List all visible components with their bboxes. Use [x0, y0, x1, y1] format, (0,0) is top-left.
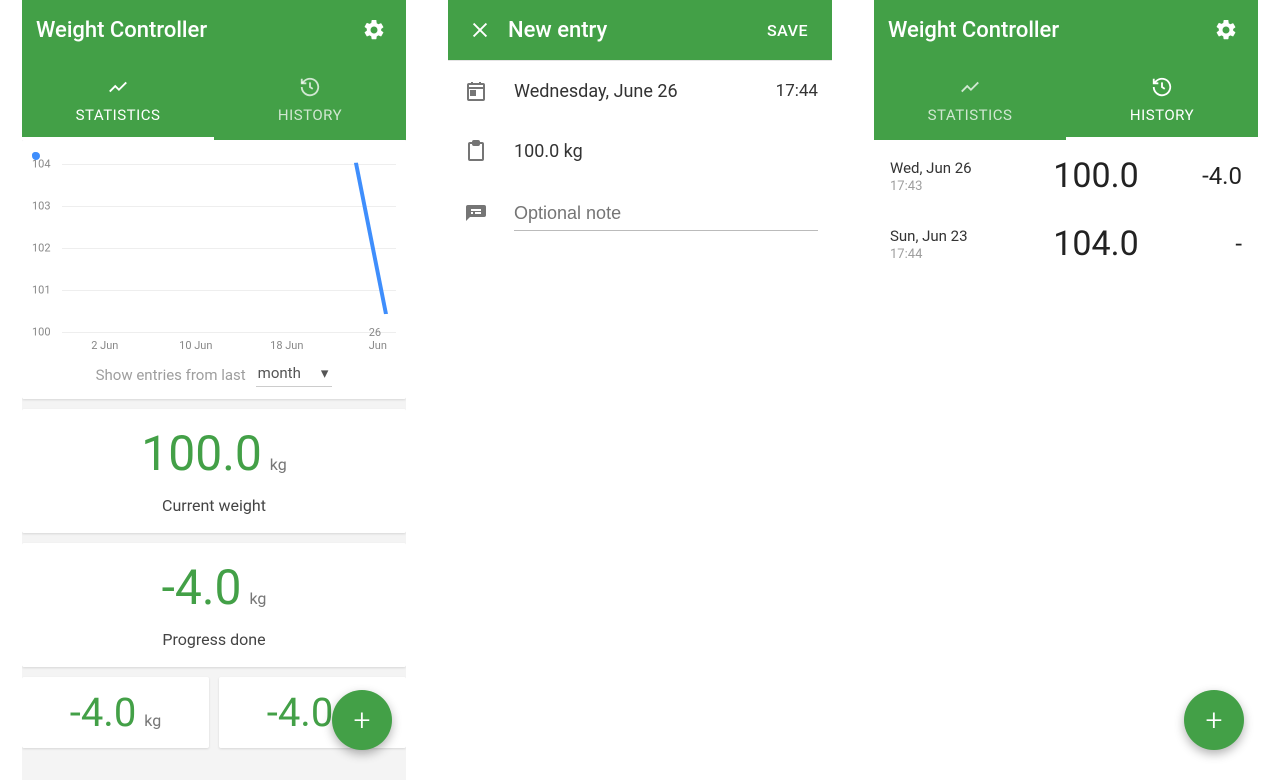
chart-card: 104 103 102 101 100 2 Jun 10 Jun 18 Jun … [22, 140, 406, 399]
save-button[interactable]: SAVE [757, 21, 818, 40]
tab-statistics-label: STATISTICS [928, 106, 1013, 124]
statistics-content: 104 103 102 101 100 2 Jun 10 Jun 18 Jun … [22, 140, 406, 780]
tab-statistics[interactable]: STATISTICS [874, 60, 1066, 140]
history-row[interactable]: Sun, Jun 23 17:44 104.0 - [874, 208, 1258, 276]
chevron-down-icon: ▾ [321, 364, 329, 382]
screen-history: Weight Controller STATISTICS HISTORY Wed… [874, 0, 1258, 780]
progress-label: Progress done [22, 630, 406, 649]
settings-icon[interactable] [1208, 12, 1244, 48]
tab-history-label: HISTORY [1130, 106, 1194, 124]
current-weight-card: 100.0 kg Current weight [22, 409, 406, 533]
range-label: Show entries from last [96, 366, 246, 384]
current-weight-value: 100.0 [141, 425, 262, 482]
tab-history[interactable]: HISTORY [214, 60, 406, 140]
date-row[interactable]: Wednesday, June 26 17:44 [448, 61, 832, 121]
tab-history-label: HISTORY [278, 106, 342, 124]
tab-statistics[interactable]: STATISTICS [22, 60, 214, 140]
progress-unit: kg [249, 589, 266, 608]
app-header: Weight Controller STATISTICS HISTORY [22, 0, 406, 140]
add-entry-fab[interactable]: + [332, 690, 392, 750]
history-weight: 100.0 [1020, 156, 1172, 196]
weight-chart: 104 103 102 101 100 2 Jun 10 Jun 18 Jun … [32, 152, 396, 352]
entry-weight: 100.0 kg [514, 141, 818, 162]
progress-value: -4.0 [162, 559, 242, 616]
note-row [448, 181, 832, 249]
mini-stat-left: -4.0 kg [22, 677, 209, 748]
calendar-icon [462, 79, 490, 103]
entry-time[interactable]: 17:44 [776, 81, 818, 101]
history-weight: 104.0 [1020, 224, 1172, 264]
note-input[interactable] [514, 199, 818, 231]
settings-icon[interactable] [356, 12, 392, 48]
history-delta: -4.0 [1172, 162, 1242, 190]
history-date: Wed, Jun 26 [890, 159, 1020, 177]
app-title: Weight Controller [888, 18, 1208, 43]
close-icon[interactable] [462, 12, 498, 48]
history-content: Wed, Jun 26 17:43 100.0 -4.0 Sun, Jun 23… [874, 140, 1258, 780]
entry-header: New entry SAVE [448, 0, 832, 60]
history-date: Sun, Jun 23 [890, 227, 1020, 245]
history-time: 17:44 [890, 247, 1020, 262]
entry-date: Wednesday, June 26 [514, 81, 752, 102]
screen-new-entry: New entry SAVE Wednesday, June 26 17:44 … [448, 0, 832, 780]
entry-content: Wednesday, June 26 17:44 100.0 kg [448, 61, 832, 780]
range-select[interactable]: month ▾ [256, 362, 333, 387]
current-weight-label: Current weight [22, 496, 406, 515]
screen-statistics: Weight Controller STATISTICS HISTORY 104 [22, 0, 406, 780]
progress-card: -4.0 kg Progress done [22, 543, 406, 667]
tab-statistics-label: STATISTICS [76, 106, 161, 124]
tab-bar: STATISTICS HISTORY [22, 60, 406, 140]
weight-row[interactable]: 100.0 kg [448, 121, 832, 181]
history-delta: - [1172, 230, 1242, 258]
tab-history[interactable]: HISTORY [1066, 60, 1258, 140]
app-header: Weight Controller STATISTICS HISTORY [874, 0, 1258, 140]
note-icon [462, 203, 490, 227]
app-title: Weight Controller [36, 18, 356, 43]
tab-bar: STATISTICS HISTORY [874, 60, 1258, 140]
add-entry-fab[interactable]: + [1184, 690, 1244, 750]
history-row[interactable]: Wed, Jun 26 17:43 100.0 -4.0 [874, 140, 1258, 208]
history-time: 17:43 [890, 179, 1020, 194]
entry-title: New entry [508, 18, 757, 43]
clipboard-icon [462, 139, 490, 163]
range-value: month [258, 364, 301, 382]
current-weight-unit: kg [270, 455, 287, 474]
